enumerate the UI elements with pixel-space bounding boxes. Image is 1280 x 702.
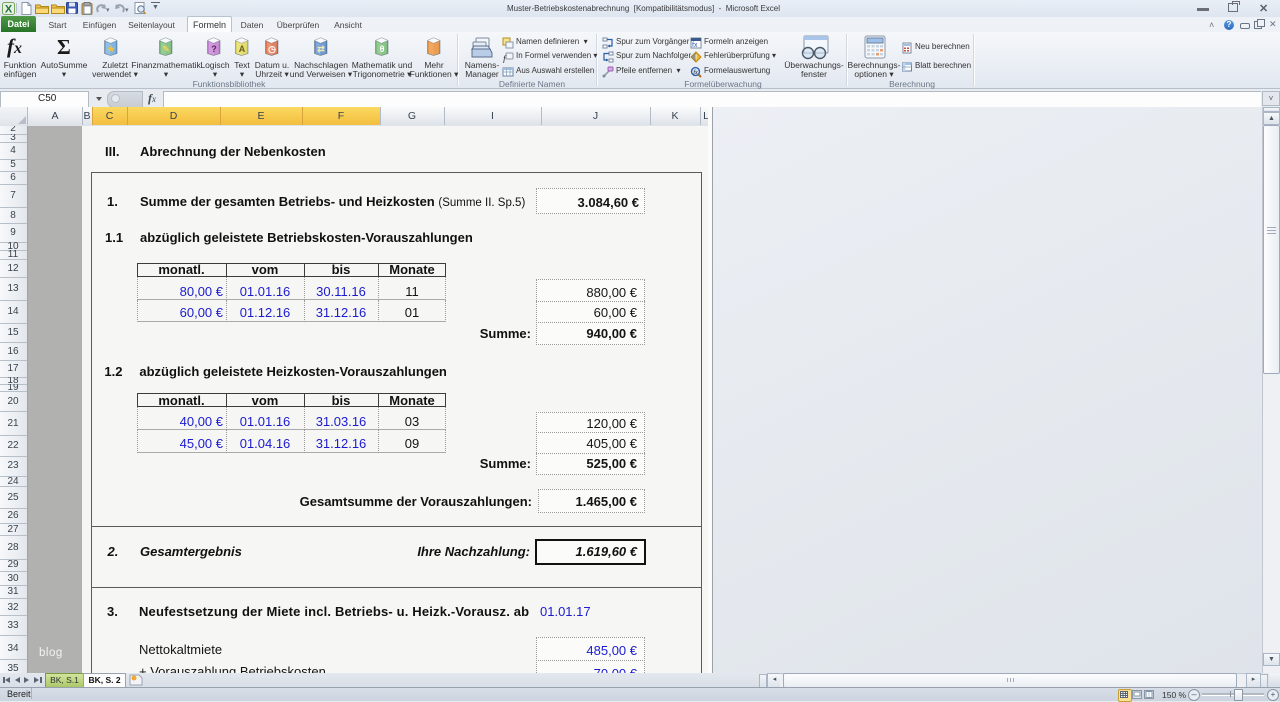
svg-text:fx: fx	[692, 42, 698, 49]
svg-text:◷: ◷	[268, 44, 276, 54]
svg-text:fx: fx	[693, 69, 698, 76]
svg-text:✎: ✎	[162, 44, 170, 54]
svg-text:A: A	[239, 44, 246, 54]
svg-text:⇄: ⇄	[317, 44, 325, 54]
svg-text:★: ★	[107, 44, 116, 54]
svg-text:X: X	[5, 4, 13, 16]
svg-text:!: !	[695, 55, 697, 62]
svg-text:?: ?	[211, 44, 217, 54]
svg-text:θ: θ	[380, 44, 385, 54]
